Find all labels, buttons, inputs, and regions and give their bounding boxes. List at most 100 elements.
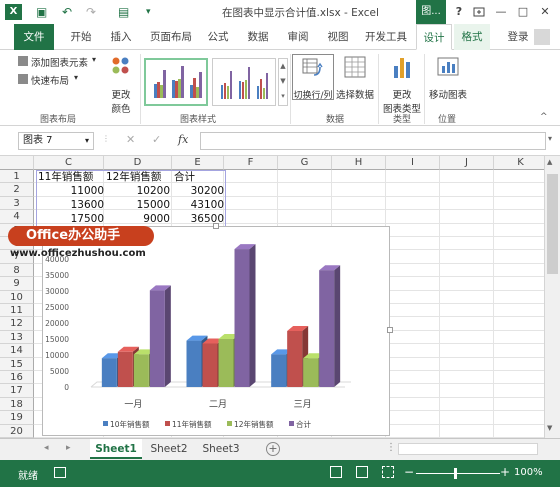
row-header-15[interactable]: 15 [0, 357, 34, 371]
tab-format[interactable]: 格式 [454, 24, 490, 50]
resize-handle[interactable] [213, 223, 219, 229]
account-avatar[interactable] [534, 29, 550, 45]
chart-styles-scroll[interactable]: ▲ ▼ ▾ [278, 58, 288, 106]
zoom-in-button[interactable]: + [500, 465, 510, 479]
row-header-10[interactable]: 10 [0, 290, 34, 304]
formula-input[interactable] [200, 132, 546, 150]
resize-handle[interactable] [387, 327, 393, 333]
zoom-out-button[interactable]: − [404, 465, 414, 479]
normal-view-icon[interactable] [330, 466, 342, 478]
tab-developer[interactable]: 开发工具 [360, 24, 412, 50]
move-chart-button[interactable]: 移动图表 [428, 54, 468, 101]
move-chart-icon [437, 57, 459, 76]
window-title: 在图表中显示合计值.xlsx - Excel [222, 7, 379, 19]
row-header-19[interactable]: 19 [0, 411, 34, 425]
add-sheet-icon[interactable]: + [266, 442, 280, 456]
macro-record-icon[interactable] [54, 467, 66, 478]
zoom-slider-thumb[interactable] [454, 468, 457, 479]
tab-data[interactable]: 数据 [240, 24, 276, 50]
row-header-4[interactable]: 4 [0, 210, 34, 224]
sheet-tab-sheet1[interactable]: Sheet1 [90, 439, 142, 459]
row-header-11[interactable]: 11 [0, 304, 34, 318]
undo-icon[interactable]: ↶ [62, 4, 72, 20]
row-header-13[interactable]: 13 [0, 330, 34, 345]
sheet-tab-sheet3[interactable]: Sheet3 [196, 439, 246, 459]
switch-row-column-button[interactable]: 切换行/列 [292, 54, 334, 101]
row-header-20[interactable]: 20 [0, 424, 34, 438]
close-button[interactable]: ✕ [536, 3, 554, 21]
zoom-slider[interactable] [416, 473, 500, 474]
legend-label: 11年销售额 [172, 419, 212, 429]
quick-layout-button[interactable]: 快速布局 [31, 73, 69, 87]
column-header-g[interactable]: G [278, 156, 332, 170]
row-header-16[interactable]: 16 [0, 371, 34, 385]
row-header-14[interactable]: 14 [0, 344, 34, 358]
column-header-e[interactable]: E [172, 156, 224, 170]
page-break-view-icon[interactable] [382, 466, 394, 478]
sign-in-link[interactable]: 登录 [504, 24, 532, 50]
column-header-f[interactable]: F [224, 156, 278, 170]
group-label-type: 类型 [393, 115, 412, 125]
next-sheet-icon[interactable]: ▸ [66, 443, 71, 453]
scroll-down-icon[interactable]: ▼ [547, 424, 552, 432]
zoom-level[interactable]: 100% [514, 467, 543, 478]
horizontal-scrollbar[interactable] [398, 443, 538, 455]
excel-window: X ▣ ↶ ↷ ▤ ▾ 在图表中显示合计值.xlsx - Excel 图... … [0, 0, 560, 487]
tab-review[interactable]: 审阅 [280, 24, 316, 50]
row-header-18[interactable]: 18 [0, 397, 34, 412]
column-header-c[interactable]: C [34, 156, 104, 170]
tab-file[interactable]: 文件 [14, 24, 54, 50]
change-colors-label-2: 颜色 [111, 104, 131, 115]
group-separator [378, 54, 379, 124]
page-layout-view-icon[interactable] [356, 466, 368, 478]
column-header-d[interactable]: D [104, 156, 172, 170]
print-preview-icon[interactable]: ▤ [118, 4, 129, 20]
tab-home[interactable]: 开始 [62, 24, 100, 50]
more-icon: ⋮ [386, 442, 396, 453]
bar-10年销售额 [186, 340, 202, 387]
maximize-button[interactable]: □ [514, 3, 532, 21]
add-chart-element-button[interactable]: 添加图表元素 [31, 55, 88, 69]
ribbon-display-icon[interactable] [470, 3, 488, 21]
bar-side-合计 [164, 285, 171, 387]
scrollbar-thumb[interactable] [547, 174, 558, 274]
tab-page-layout[interactable]: 页面布局 [144, 24, 198, 50]
change-colors-button[interactable]: 更改 颜色 [104, 54, 138, 115]
prev-sheet-icon[interactable]: ◂ [44, 443, 49, 453]
change-chart-type-button[interactable]: 更改 图表类型 [382, 54, 422, 115]
minimize-button[interactable]: — [492, 3, 510, 21]
redo-icon[interactable]: ↷ [86, 4, 96, 20]
row-header-17[interactable]: 17 [0, 384, 34, 398]
save-icon[interactable]: ▣ [36, 4, 47, 20]
tab-formulas[interactable]: 公式 [200, 24, 236, 50]
row-header-1[interactable]: 1 [0, 170, 34, 184]
tab-insert[interactable]: 插入 [102, 24, 140, 50]
column-header-j[interactable]: J [440, 156, 494, 170]
select-data-button[interactable]: 选择数据 [336, 54, 374, 101]
column-header-i[interactable]: I [386, 156, 440, 170]
sheet-tab-sheet2[interactable]: Sheet2 [144, 439, 194, 459]
collapse-ribbon-icon[interactable]: ^ [540, 112, 548, 122]
select-all-corner[interactable] [0, 156, 34, 170]
enter-icon[interactable]: ✓ [152, 133, 161, 146]
row-header-12[interactable]: 12 [0, 317, 34, 331]
row-header-9[interactable]: 9 [0, 277, 34, 291]
customize-qat-icon[interactable]: ▾ [146, 4, 151, 20]
tab-design[interactable]: 设计 [416, 24, 452, 50]
vertical-scrollbar[interactable]: ▲ ▼ [544, 156, 560, 438]
column-header-k[interactable]: K [494, 156, 548, 170]
scroll-up-icon[interactable]: ▲ [547, 158, 552, 166]
row-header-2[interactable]: 2 [0, 183, 34, 197]
insert-function-icon[interactable]: fx [178, 133, 188, 146]
column-header-h[interactable]: H [332, 156, 386, 170]
watermark-brand: Office办公助手 [8, 226, 154, 246]
cancel-icon[interactable]: ✕ [126, 133, 135, 146]
chart-style-1[interactable] [144, 58, 208, 106]
help-button[interactable]: ? [450, 3, 468, 21]
expand-formula-bar-icon[interactable]: ▾ [548, 134, 552, 143]
name-box[interactable]: 图表 7 ▾ [18, 132, 94, 150]
formula-bar: 图表 7 ▾ ⋮ ✕ ✓ fx ▾ [0, 126, 560, 156]
chart-style-2[interactable] [212, 58, 276, 106]
tab-view[interactable]: 视图 [320, 24, 356, 50]
row-header-3[interactable]: 3 [0, 196, 34, 211]
